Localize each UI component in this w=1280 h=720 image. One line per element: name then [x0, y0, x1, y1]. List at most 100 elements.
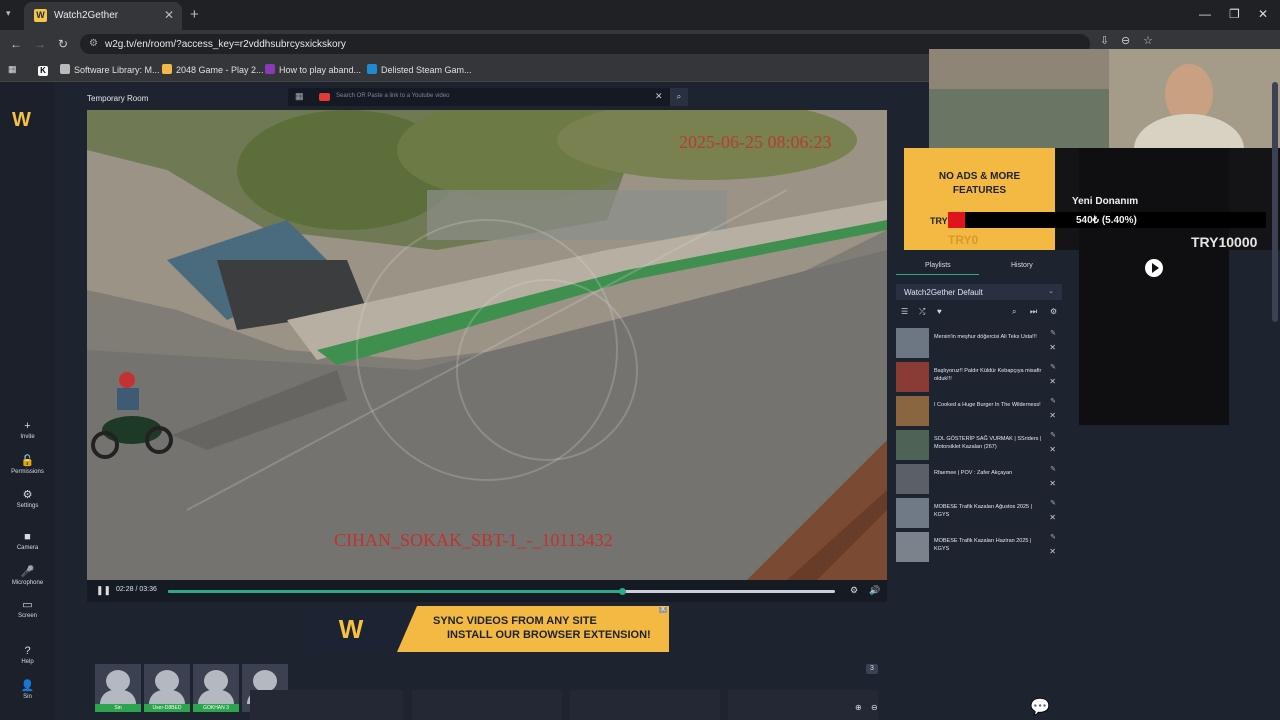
search-input[interactable]: Search OR Paste a link to a Youtube vide… [336, 93, 449, 99]
room-title[interactable]: Temporary Room [87, 94, 148, 103]
zoom-in-icon[interactable]: ⊕ [855, 703, 862, 712]
playlist-settings-icon[interactable]: ⚙ [1050, 307, 1057, 316]
back-icon[interactable]: ← [10, 37, 22, 51]
video-search-bar[interactable]: ▦ Search OR Paste a link to a Youtube vi… [288, 88, 688, 106]
remove-icon[interactable]: ✕ [1049, 411, 1056, 420]
help-button[interactable]: ? Help [0, 645, 55, 665]
tab-search-icon[interactable]: ▾ [6, 8, 11, 19]
new-tab-icon[interactable]: + [190, 6, 199, 23]
playlist-item[interactable]: Rfaemee | POV : Zafer Akçayan ✎ ✕ [896, 464, 1058, 496]
avatar-body [100, 690, 136, 704]
playlist-item[interactable]: Başlıyoruz!! Paldır Küldür Kebapçıya mis… [896, 362, 1058, 394]
edit-icon[interactable]: ✎ [1050, 465, 1056, 473]
microphone-button[interactable]: 🎤 Microphone [0, 565, 55, 586]
edit-icon[interactable]: ✎ [1050, 363, 1056, 371]
heart-icon[interactable]: ♥ [937, 307, 942, 316]
user-tile[interactable]: GOKHAN 3 [193, 664, 239, 712]
edit-icon[interactable]: ✎ [1050, 329, 1056, 337]
forward-icon[interactable]: → [34, 37, 46, 51]
user-tile[interactable]: Sin [95, 664, 141, 712]
avatar [155, 670, 179, 692]
permissions-button[interactable]: 🔓 Permissions [0, 454, 55, 475]
playlist-item-title: SOL GÖSTERİP SAĞ VURMAK | SSriders | Mot… [934, 436, 1042, 450]
steam-icon [367, 64, 377, 74]
playlist-search-icon[interactable]: ⌕ [1012, 307, 1016, 317]
tab-favicon-icon: W [34, 9, 47, 22]
edit-icon[interactable]: ✎ [1050, 533, 1056, 541]
search-icon[interactable]: ⌕ [670, 88, 688, 106]
playlist-item-title: MOBESE Trafik Kazaları Haziran 2025 | KG… [934, 538, 1032, 552]
providers-grid-icon[interactable]: ▦ [295, 91, 304, 102]
edit-icon[interactable]: ✎ [1050, 397, 1056, 405]
bookmark-star-icon[interactable]: ☆ [1143, 34, 1153, 47]
premium-promo[interactable]: NO ADS & MORE FEATURES TRY TRY0 [904, 148, 1055, 250]
extension-ad-banner[interactable]: W SYNC VIDEOS FROM ANY SITE INSTALL OUR … [305, 606, 669, 652]
w2g-logo[interactable]: W [12, 110, 42, 130]
browser-tab[interactable]: W Watch2Gether ✕ [24, 2, 182, 30]
active-tab-indicator [896, 274, 979, 275]
donation-progress-text: 540₺ (5.40%) [1076, 215, 1137, 226]
invite-button[interactable]: + Invite [0, 420, 55, 440]
user-name: User-D8BED [144, 704, 190, 712]
remove-icon[interactable]: ✕ [1049, 377, 1056, 386]
camera-button[interactable]: ■ Camera [0, 531, 55, 551]
help-icon: ? [24, 645, 31, 657]
shuffle-icon[interactable]: ⤮ [919, 307, 925, 317]
overlay-play-icon[interactable] [1145, 259, 1163, 277]
remove-icon[interactable]: ✕ [1049, 513, 1056, 522]
volume-icon[interactable]: 🔊 [869, 585, 880, 596]
playlist-item[interactable]: MOBESE Trafik Kazaları Haziran 2025 | KG… [896, 532, 1058, 564]
profile-button[interactable]: 👤 Sin [0, 679, 55, 700]
promo-try-value: TRY0 [948, 233, 979, 247]
remove-icon[interactable]: ✕ [1049, 445, 1056, 454]
bookmark-4[interactable]: Delisted Steam Gam... [367, 64, 472, 75]
user-tile[interactable]: User-D8BED [144, 664, 190, 712]
avatar [106, 670, 130, 692]
ad-close-icon[interactable]: X [658, 607, 667, 613]
video-player[interactable]: 2025-06-25 08:06:23 CIHAN_SOKAK_SBT-1_-_… [87, 110, 887, 580]
play-triangle [1152, 263, 1159, 273]
tab-history[interactable]: History [1011, 262, 1033, 269]
chevron-down-icon: ⌄ [1048, 288, 1054, 295]
seek-handle[interactable] [618, 588, 626, 595]
playlist-item[interactable]: Mersin'in meşhur döğercisi Ali Teks Usta… [896, 328, 1058, 360]
seek-bar-fill [168, 590, 622, 593]
chat-icon[interactable]: 💬 [1030, 697, 1050, 717]
remove-icon[interactable]: ✕ [1049, 343, 1056, 352]
pause-icon[interactable]: ❚❚ [96, 585, 111, 596]
close-window-icon[interactable]: ✕ [1258, 7, 1268, 21]
skip-next-icon[interactable]: ⏭ [1030, 307, 1037, 317]
remove-icon[interactable]: ✕ [1049, 547, 1056, 556]
tab-playlists[interactable]: Playlists [925, 262, 951, 269]
playlist-item[interactable]: I Cooked a Huge Burger In The Wilderness… [896, 396, 1058, 428]
playlist-item[interactable]: SOL GÖSTERİP SAĞ VURMAK | SSriders | Mot… [896, 430, 1058, 462]
clear-search-icon[interactable]: ✕ [655, 91, 663, 102]
tab-close-icon[interactable]: ✕ [164, 8, 174, 22]
player-settings-icon[interactable]: ⚙ [850, 585, 858, 596]
site-info-icon[interactable]: ⚙ [89, 38, 98, 49]
bookmark-3[interactable]: How to play aband... [265, 64, 361, 75]
zoom-icon[interactable]: ⊖ [1121, 34, 1130, 47]
install-app-icon[interactable]: ⇩ [1100, 34, 1109, 47]
maximize-icon[interactable]: ❐ [1229, 7, 1240, 21]
thumbnail [896, 430, 929, 460]
thumbnail [896, 328, 929, 358]
bookmark-1[interactable]: Software Library: M... [60, 64, 160, 75]
playlist-select[interactable]: Watch2Gether Default ⌄ [896, 284, 1062, 300]
edit-icon[interactable]: ✎ [1050, 431, 1056, 439]
page-scrollbar[interactable] [1272, 82, 1278, 322]
bookmark-2[interactable]: 2048 Game - Play 2... [162, 64, 264, 75]
bookmark-k-icon[interactable]: K [38, 64, 52, 76]
remove-icon[interactable]: ✕ [1049, 479, 1056, 488]
list-icon[interactable]: ☰ [901, 307, 908, 316]
stream-overlay-column [1079, 148, 1229, 425]
zoom-out-icon[interactable]: ⊖ [871, 703, 878, 712]
playlist-item[interactable]: MOBESE Trafik Kazaları Ağustos 2025 | KG… [896, 498, 1058, 530]
apps-grid-icon[interactable]: ▦ [8, 64, 17, 75]
minimize-icon[interactable]: — [1199, 7, 1211, 21]
settings-button[interactable]: ⚙ Settings [0, 488, 55, 509]
edit-icon[interactable]: ✎ [1050, 499, 1056, 507]
screen-button[interactable]: ▭ Screen [0, 598, 55, 619]
reload-icon[interactable]: ↻ [58, 37, 68, 51]
seek-bar[interactable] [168, 588, 835, 595]
